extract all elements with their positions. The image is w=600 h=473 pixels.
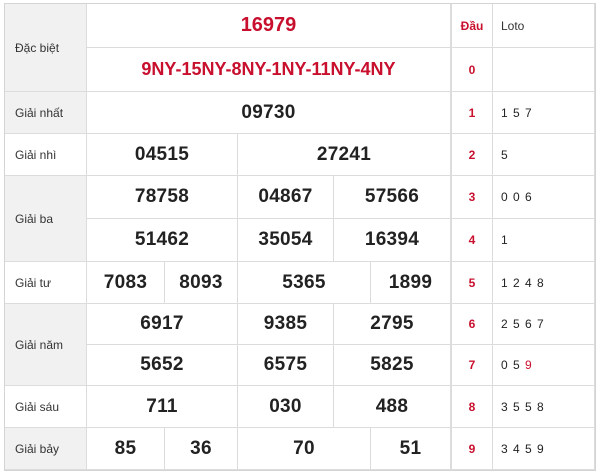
fifth-prize-number: 5652 (87, 345, 238, 386)
loto-tails-highlight: 9 (525, 358, 533, 372)
fifth-prize-number: 2795 (334, 304, 451, 345)
loto-head-digit: 4 (451, 219, 493, 262)
first-prize-number: 09730 (87, 92, 451, 134)
third-prize-number: 16394 (334, 219, 451, 262)
loto-head-digit: 0 (451, 48, 493, 92)
third-prize-number: 04867 (238, 176, 334, 219)
label-first: Giải nhất (5, 92, 87, 134)
loto-head-digit: 5 (451, 262, 493, 304)
loto-head-digit: 7 (451, 345, 493, 386)
loto-tails-plain: 0 5 (501, 358, 521, 372)
label-fifth: Giải năm (5, 304, 87, 386)
label-special: Đặc biệt (5, 4, 87, 92)
loto-tails: 0 0 6 (493, 176, 595, 219)
third-prize-number: 51462 (87, 219, 238, 262)
loto-tails: 3 5 5 8 (493, 386, 595, 428)
label-fourth: Giải tư (5, 262, 87, 304)
loto-tails: 1 5 7 (493, 92, 595, 134)
loto-head-digit: 1 (451, 92, 493, 134)
loto-column-header: Loto (493, 4, 595, 48)
loto-head-digit: 8 (451, 386, 493, 428)
label-third: Giải ba (5, 176, 87, 262)
fifth-prize-number: 5825 (334, 345, 451, 386)
loto-head-column-header: Đầu (451, 4, 493, 48)
second-prize-number: 27241 (238, 134, 451, 176)
loto-tails: 2 5 6 7 (493, 304, 595, 345)
loto-tails (493, 48, 595, 92)
sixth-prize-number: 488 (334, 386, 451, 428)
fifth-prize-number: 9385 (238, 304, 334, 345)
special-prize-codes: 9NY-15NY-8NY-1NY-11NY-4NY (87, 48, 451, 92)
seventh-prize-number: 85 (87, 428, 165, 470)
third-prize-number: 35054 (238, 219, 334, 262)
loto-head-digit: 9 (451, 428, 493, 470)
fourth-prize-number: 5365 (238, 262, 371, 304)
loto-tails: 1 2 4 8 (493, 262, 595, 304)
loto-tails: 3 4 5 9 (493, 428, 595, 470)
fourth-prize-number: 1899 (371, 262, 451, 304)
fourth-prize-number: 8093 (165, 262, 238, 304)
loto-tails: 5 (493, 134, 595, 176)
loto-head-digit: 6 (451, 304, 493, 345)
seventh-prize-number: 36 (165, 428, 238, 470)
label-seventh: Giải bảy (5, 428, 87, 470)
loto-tails: 1 (493, 219, 595, 262)
fifth-prize-number: 6575 (238, 345, 334, 386)
seventh-prize-number: 51 (371, 428, 451, 470)
third-prize-number: 78758 (87, 176, 238, 219)
fourth-prize-number: 7083 (87, 262, 165, 304)
sixth-prize-number: 030 (238, 386, 334, 428)
sixth-prize-number: 711 (87, 386, 238, 428)
results-table: Đặc biệt 16979 9NY-15NY-8NY-1NY-11NY-4NY… (4, 3, 596, 471)
loto-head-digit: 3 (451, 176, 493, 219)
label-sixth: Giải sáu (5, 386, 87, 428)
loto-tails: 0 5 9 (493, 345, 595, 386)
seventh-prize-number: 70 (238, 428, 371, 470)
fifth-prize-number: 6917 (87, 304, 238, 345)
label-second: Giải nhì (5, 134, 87, 176)
third-prize-number: 57566 (334, 176, 451, 219)
loto-head-digit: 2 (451, 134, 493, 176)
second-prize-number: 04515 (87, 134, 238, 176)
special-prize-number: 16979 (87, 4, 451, 48)
